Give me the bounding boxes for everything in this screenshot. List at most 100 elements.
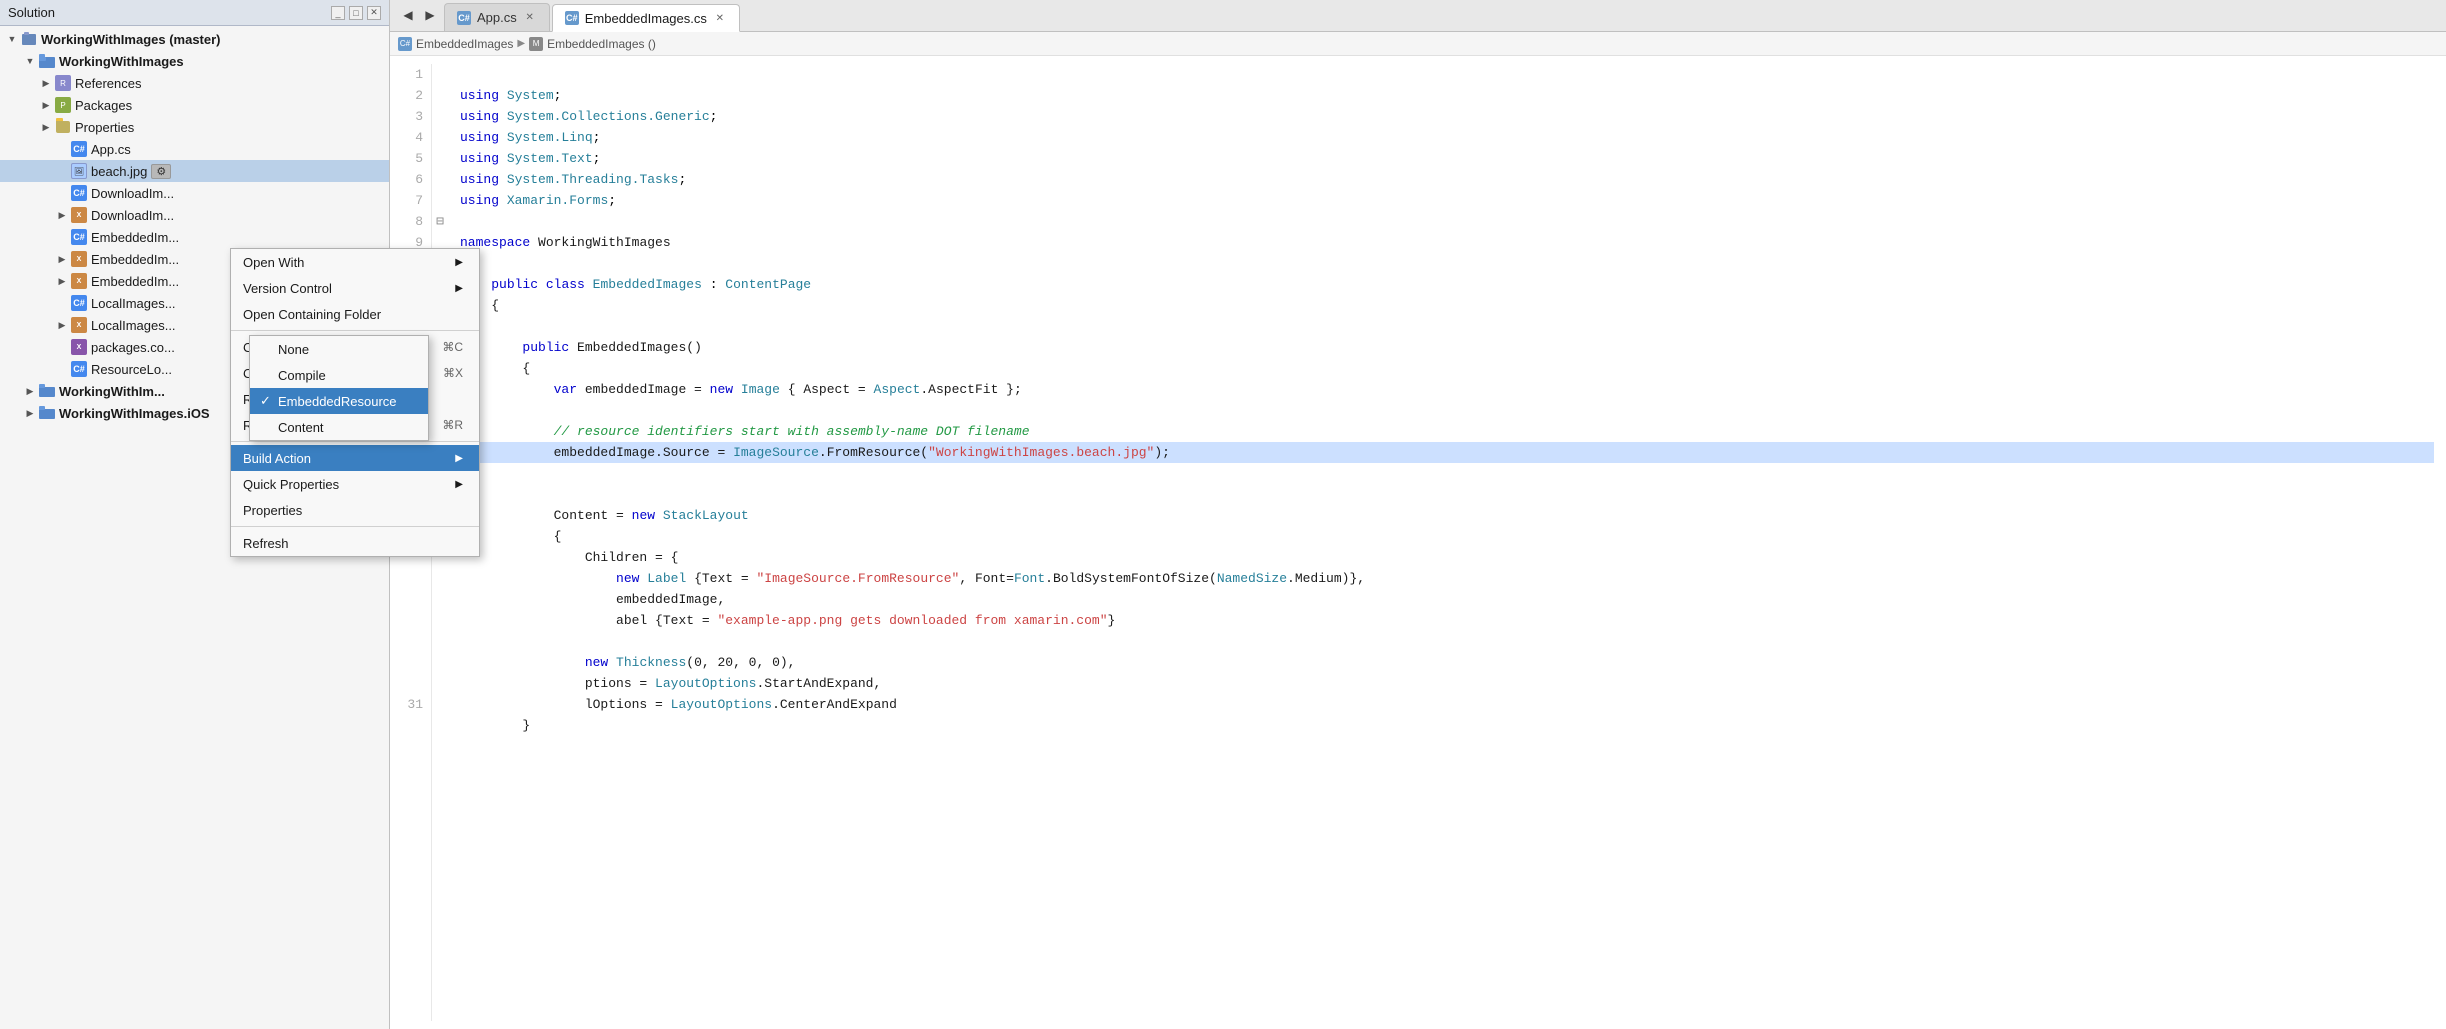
workingwithim2-toggle[interactable]: ▶ xyxy=(22,405,38,421)
references-item[interactable]: ▶ R References xyxy=(0,72,389,94)
menu-properties-label: Properties xyxy=(243,503,463,518)
breadcrumb-method-icon: M xyxy=(529,37,543,51)
workingwithim1-icon xyxy=(38,383,56,399)
tab-embedded-label: EmbeddedImages.cs xyxy=(585,11,707,26)
embeddedim1-item[interactable]: C# EmbeddedIm... xyxy=(0,226,389,248)
embedded-resource-check: ✓ xyxy=(260,393,271,409)
beach-jpg-icon: 🖼 xyxy=(70,163,88,179)
tree-root[interactable]: ▼ WorkingWithImages (master) xyxy=(0,28,389,50)
breadcrumb: C# EmbeddedImages ▶ M EmbeddedImages () xyxy=(390,32,2446,56)
minimize-button[interactable]: _ xyxy=(331,6,345,20)
resourcelo-label: ResourceLo... xyxy=(91,362,172,377)
downloadim1-item[interactable]: C# DownloadIm... xyxy=(0,182,389,204)
project-icon xyxy=(38,53,56,69)
quick-properties-arrow: ▶ xyxy=(455,479,463,490)
localimages2-toggle[interactable]: ▶ xyxy=(54,317,70,333)
project-toggle[interactable]: ▼ xyxy=(22,53,38,69)
packages-label: Packages xyxy=(75,98,132,113)
root-icon xyxy=(20,31,38,47)
code-editor[interactable]: 1 2 3 4 5 6 7 8 9 10 11 xyxy=(390,56,2446,1029)
project-item[interactable]: ▼ WorkingWithImages xyxy=(0,50,389,72)
solution-header-buttons: _ □ ✕ xyxy=(331,6,381,20)
localimages1-label: LocalImages... xyxy=(91,296,176,311)
packages-cfg-icon: X xyxy=(70,339,88,355)
menu-properties[interactable]: Properties xyxy=(231,497,479,523)
embeddedim3-icon: X xyxy=(70,273,88,289)
separator-3 xyxy=(231,526,479,527)
embeddedim3-toggle[interactable]: ▶ xyxy=(54,273,70,289)
downloadim1-label: DownloadIm... xyxy=(91,186,174,201)
open-with-arrow: ▶ xyxy=(455,257,463,268)
close-button[interactable]: ✕ xyxy=(367,6,381,20)
menu-open-containing[interactable]: Open Containing Folder xyxy=(231,301,479,327)
submenu-none[interactable]: None xyxy=(250,336,428,362)
menu-build-action[interactable]: Build Action ▶ xyxy=(231,445,479,471)
submenu-content-label: Content xyxy=(278,420,412,435)
app-cs-item[interactable]: ▶ C# App.cs xyxy=(0,138,389,160)
project-label: WorkingWithImages xyxy=(59,54,184,69)
nav-back[interactable]: ◀ xyxy=(398,5,418,25)
tab-embedded-close[interactable]: ✕ xyxy=(713,11,727,25)
localimages2-icon: X xyxy=(70,317,88,333)
maximize-button[interactable]: □ xyxy=(349,6,363,20)
downloadim2-item[interactable]: ▶ X DownloadIm... xyxy=(0,204,389,226)
menu-open-containing-label: Open Containing Folder xyxy=(243,307,463,322)
tab-embedded-images[interactable]: C# EmbeddedImages.cs ✕ xyxy=(552,4,740,32)
properties-item[interactable]: ▶ Properties xyxy=(0,116,389,138)
workingwithim2-icon xyxy=(38,405,56,421)
tab-app-cs-icon: C# xyxy=(457,11,471,25)
localimages2-label: LocalImages... xyxy=(91,318,176,333)
submenu-embedded-resource[interactable]: ✓ EmbeddedResource xyxy=(250,388,428,414)
menu-cut-shortcut: ⌘X xyxy=(443,366,463,380)
downloadim2-label: DownloadIm... xyxy=(91,208,174,223)
menu-rename-shortcut: ⌘R xyxy=(442,418,463,432)
embeddedim2-icon: X xyxy=(70,251,88,267)
tab-app-cs[interactable]: C# App.cs ✕ xyxy=(444,3,550,31)
properties-toggle[interactable]: ▶ xyxy=(38,119,54,135)
beach-jpg-item[interactable]: ▶ 🖼 beach.jpg ⚙ xyxy=(0,160,389,182)
embeddedim1-icon: C# xyxy=(70,229,88,245)
embeddedim2-toggle[interactable]: ▶ xyxy=(54,251,70,267)
root-toggle[interactable]: ▼ xyxy=(4,31,20,47)
separator-2 xyxy=(231,441,479,442)
packages-item[interactable]: ▶ P Packages xyxy=(0,94,389,116)
nav-arrows: ◀ ▶ xyxy=(394,0,444,31)
breadcrumb-method: EmbeddedImages () xyxy=(547,37,656,51)
solution-panel: Solution _ □ ✕ ▼ WorkingWithImages (mast… xyxy=(0,0,390,1029)
menu-open-with-label: Open With xyxy=(243,255,447,270)
version-control-arrow: ▶ xyxy=(455,283,463,294)
beach-jpg-badge: ⚙ xyxy=(151,164,171,179)
solution-title: Solution xyxy=(8,5,55,20)
submenu-compile-label: Compile xyxy=(278,368,412,383)
build-action-arrow: ▶ xyxy=(455,453,463,464)
tab-bar: ◀ ▶ C# App.cs ✕ C# EmbeddedImages.cs ✕ xyxy=(390,0,2446,32)
packages-cfg-label: packages.co... xyxy=(91,340,175,355)
submenu-content[interactable]: Content xyxy=(250,414,428,440)
downloadim2-toggle[interactable]: ▶ xyxy=(54,207,70,223)
code-content[interactable]: using System; using System.Collections.G… xyxy=(448,64,2446,1021)
embeddedim2-label: EmbeddedIm... xyxy=(91,252,179,267)
submenu-compile[interactable]: Compile xyxy=(250,362,428,388)
build-action-submenu: None Compile ✓ EmbeddedResource Content xyxy=(249,335,429,441)
packages-toggle[interactable]: ▶ xyxy=(38,97,54,113)
packages-icon: P xyxy=(54,97,72,113)
references-label: References xyxy=(75,76,141,91)
workingwithim1-label: WorkingWithIm... xyxy=(59,384,165,399)
workingwithim2-label: WorkingWithImages.iOS xyxy=(59,406,210,421)
root-label: WorkingWithImages (master) xyxy=(41,32,221,47)
nav-forward[interactable]: ▶ xyxy=(420,5,440,25)
embeddedim1-label: EmbeddedIm... xyxy=(91,230,179,245)
menu-version-control[interactable]: Version Control ▶ xyxy=(231,275,479,301)
tab-app-cs-close[interactable]: ✕ xyxy=(523,11,537,25)
tab-app-cs-label: App.cs xyxy=(477,10,517,25)
resourcelo-icon: C# xyxy=(70,361,88,377)
menu-version-control-label: Version Control xyxy=(243,281,447,296)
workingwithim1-toggle[interactable]: ▶ xyxy=(22,383,38,399)
menu-refresh[interactable]: Refresh xyxy=(231,530,479,556)
references-toggle[interactable]: ▶ xyxy=(38,75,54,91)
embeddedim3-label: EmbeddedIm... xyxy=(91,274,179,289)
separator-1 xyxy=(231,330,479,331)
menu-open-with[interactable]: Open With ▶ xyxy=(231,249,479,275)
menu-quick-properties[interactable]: Quick Properties ▶ xyxy=(231,471,479,497)
properties-label: Properties xyxy=(75,120,134,135)
